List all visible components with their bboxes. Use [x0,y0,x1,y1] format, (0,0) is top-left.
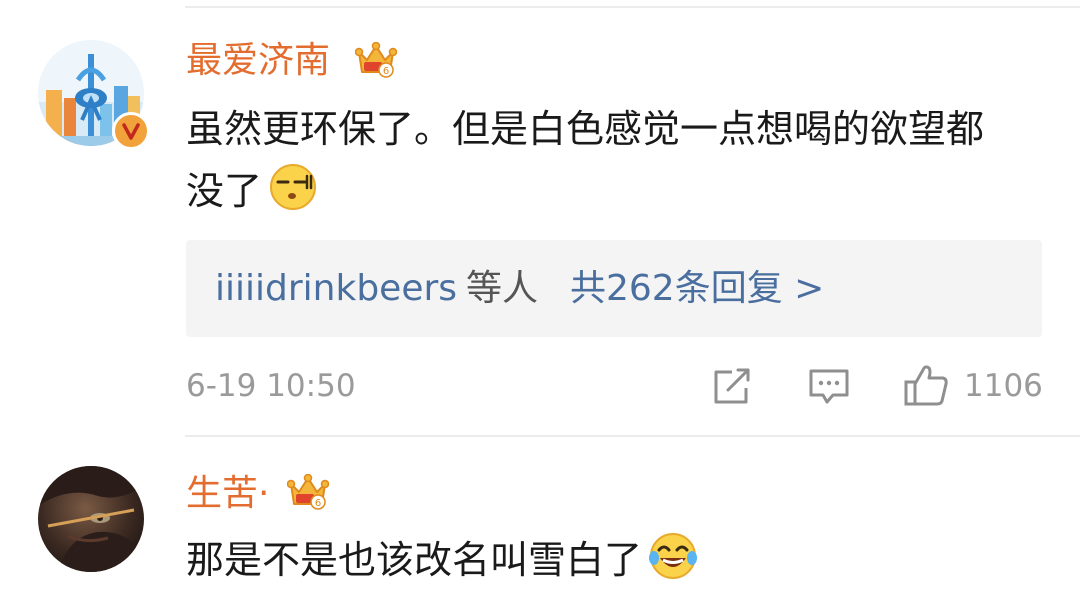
verified-badge-icon [112,112,150,150]
thumbs-up-icon[interactable] [903,362,949,408]
svg-text:6: 6 [315,498,321,509]
username[interactable]: 生苦· [186,472,269,516]
avatar[interactable] [38,40,150,150]
avatar-image [38,466,144,572]
svg-text:6: 6 [383,66,389,77]
reply-summary[interactable]: iiiiidrinkbeers 等人 共262条回复 > [186,240,1042,337]
comment-icon[interactable] [807,366,851,406]
smirk-emoji-icon [268,162,318,212]
reply-users-link[interactable]: iiiiidrinkbeers [215,267,457,311]
like-count: 1106 [964,368,1043,404]
comment-item: 最爱济南 6 虽然更环保了。但是白色感觉一点想喝的欲望都没了 iiiiidrin… [0,0,1080,435]
comment-body: 那是不是也该改名叫雪白了 [186,538,643,582]
comment-text: 虽然更环保了。但是白色感觉一点想喝的欲望都没了 [186,98,1016,222]
username[interactable]: 最爱济南 [186,39,330,83]
comment-thread: 最爱济南 6 虽然更环保了。但是白色感觉一点想喝的欲望都没了 iiiiidrin… [0,0,1080,605]
comment-text: 那是不是也该改名叫雪白了 [186,529,1016,591]
crown-vip-icon: 6 [354,41,398,80]
reply-users-suffix: 等人 [466,268,539,309]
avatar[interactable] [38,466,144,572]
timestamp: 6-19 10:50 [186,368,356,404]
comment-item: 生苦· 6 那是不是也该改名叫雪白了 [0,437,1080,605]
reply-count-link[interactable]: 共262条回复 > [570,267,824,311]
laughing-tears-emoji-icon [648,531,698,581]
share-icon[interactable] [710,366,754,406]
crown-vip-icon: 6 [286,473,330,512]
